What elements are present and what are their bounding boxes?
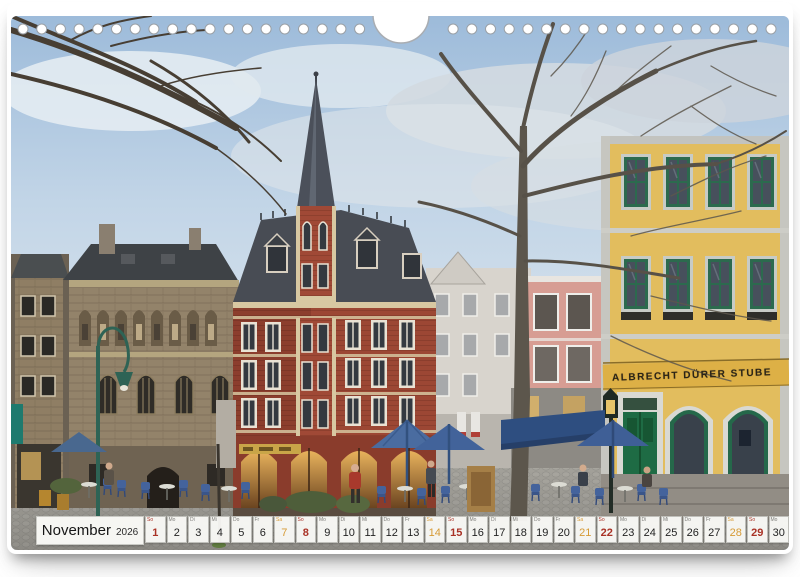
calendar-day-cell: Sa28 [726, 516, 747, 543]
calendar-day-cell: Do12 [382, 516, 403, 543]
calendar-day-cell: Mi11 [360, 516, 381, 543]
calendar-day-cell: Fr6 [253, 516, 274, 543]
calendar-day-cell: Do5 [231, 516, 252, 543]
calendar-day-cell: Fr20 [554, 516, 575, 543]
calendar-day-cell: Sa7 [274, 516, 295, 543]
calendar-day-cell: Mi4 [210, 516, 231, 543]
calendar-photo: ALBRECHT DÜRER STUBE November 2026 So1Mo… [11, 16, 789, 550]
calendar-day-cell: Fr27 [704, 516, 725, 543]
month-label-box: November 2026 [36, 516, 144, 545]
calendar-day-cell: Mi25 [661, 516, 682, 543]
calendar-day-cell: So1 [145, 516, 166, 543]
calendar-day-cell: Di17 [489, 516, 510, 543]
calendar-day-cell: Mi18 [511, 516, 532, 543]
calendar-day-cell: Fr13 [403, 516, 424, 543]
gothic-building [63, 224, 239, 508]
calendar-day-cell: So8 [296, 516, 317, 543]
left-houses [11, 254, 69, 508]
calendar-day-cell: So15 [446, 516, 467, 543]
calendar-day-cell: So22 [597, 516, 618, 543]
calendar-day-cell: Sa21 [575, 516, 596, 543]
month-year: 2026 [116, 519, 138, 546]
photo-scene [11, 16, 789, 550]
yellow-building [601, 136, 789, 521]
calendar-day-cell: Di3 [188, 516, 209, 543]
calendar-day-cell: Do19 [532, 516, 553, 543]
calendar-strip: November 2026 So1Mo2Di3Mi4Do5Fr6Sa7So8Mo… [11, 516, 789, 544]
month-name: November [42, 517, 111, 544]
calendar-day-cell: Mo23 [618, 516, 639, 543]
calendar-day-cell: Do26 [683, 516, 704, 543]
calendar-day-cell: Sa14 [425, 516, 446, 543]
page: { "calendar": { "month": "November", "ye… [0, 0, 800, 577]
calendar-day-cell: Mo30 [769, 516, 790, 543]
calendar-day-cell: Mo2 [167, 516, 188, 543]
calendar-day-cell: Mo16 [468, 516, 489, 543]
calendar-day-cell: Di10 [339, 516, 360, 543]
calendar-day-cell: Di24 [640, 516, 661, 543]
calendar-sheet: ALBRECHT DÜRER STUBE November 2026 So1Mo… [7, 2, 793, 554]
calendar-days-row: So1Mo2Di3Mi4Do5Fr6Sa7So8Mo9Di10Mi11Do12F… [145, 516, 789, 543]
calendar-day-cell: Mo9 [317, 516, 338, 543]
calendar-day-cell: So29 [747, 516, 768, 543]
